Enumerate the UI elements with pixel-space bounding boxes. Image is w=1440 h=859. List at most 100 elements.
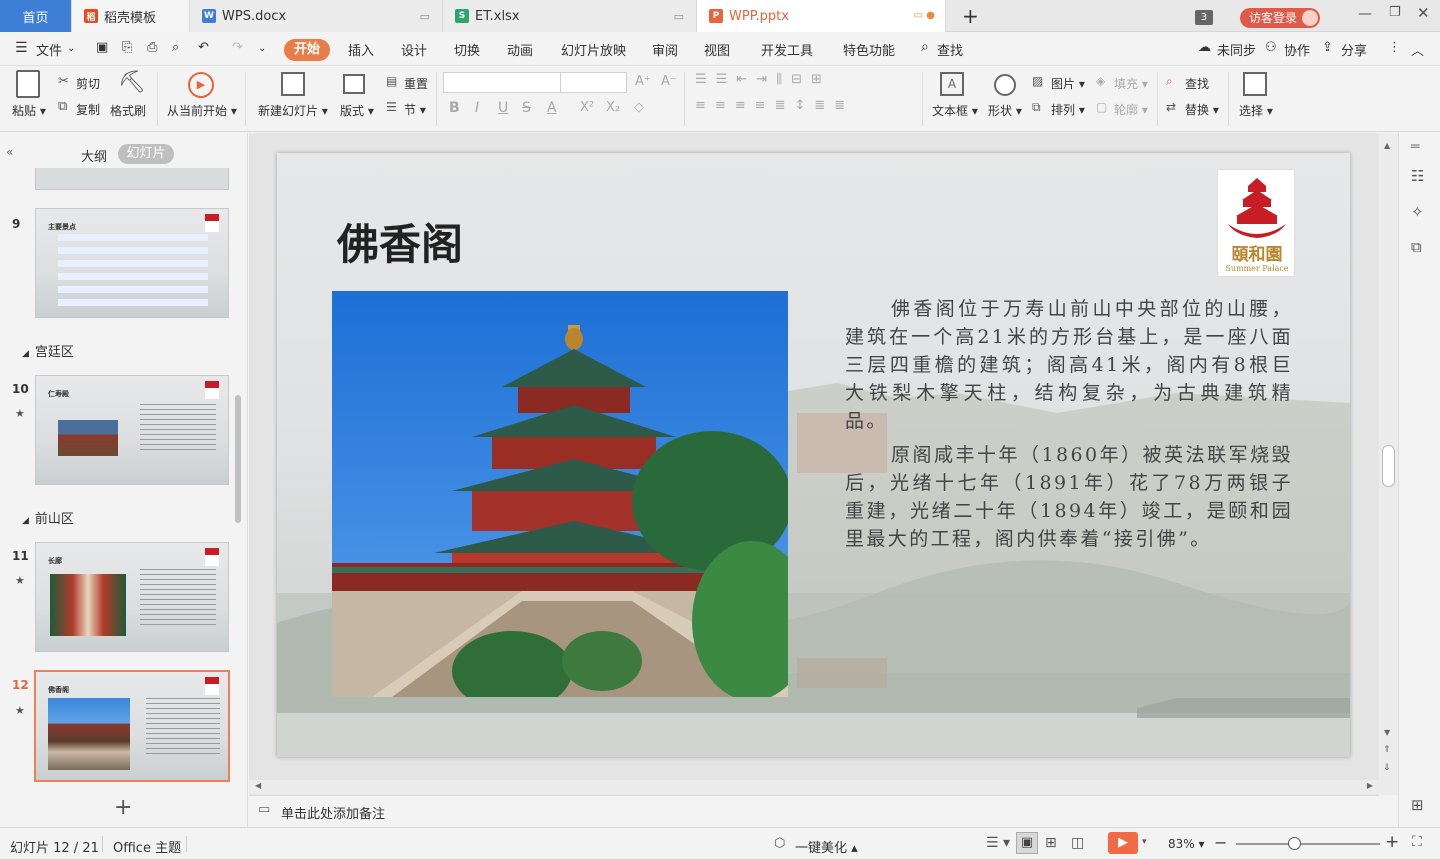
format-painter-button[interactable]: 格式刷 xyxy=(110,102,146,119)
new-slide-button[interactable]: 新建幻灯片 ▾ xyxy=(258,102,328,119)
sidebar-handle-icon[interactable]: ═ xyxy=(1411,139,1419,155)
fit-window-icon[interactable]: ⛶ xyxy=(1412,834,1422,850)
beautify-button[interactable]: 一键美化 ▴ xyxy=(795,837,858,856)
menu-transition[interactable]: 切换 xyxy=(454,40,480,59)
section-button[interactable]: 节 ▾ xyxy=(404,101,426,118)
hamburger-icon[interactable]: ☰ xyxy=(15,40,28,56)
outline-button[interactable]: 轮廓 ▾ xyxy=(1114,101,1148,118)
horizontal-scrollbar[interactable]: ◀ ▶ xyxy=(249,780,1379,794)
subscript-icon[interactable]: X₂ xyxy=(606,100,620,115)
next-page-icon[interactable]: ⇓ xyxy=(1383,763,1391,773)
menu-start[interactable]: 开始 xyxy=(284,39,330,61)
section-front-hill[interactable]: ◢ 前山区 xyxy=(22,508,74,527)
superscript-icon[interactable]: X² xyxy=(580,100,594,115)
notes-placeholder[interactable]: 单击此处添加备注 xyxy=(281,803,385,822)
paragraph-2[interactable]: 原阁咸丰十年（1860年）被英法联军烧毁后，光绪十七年（1891年）花了78万两… xyxy=(845,441,1293,553)
collapse-section-icon[interactable]: ◢ xyxy=(22,349,29,359)
search-icon[interactable]: ⌕ xyxy=(921,39,929,55)
unsync-button[interactable]: 未同步 xyxy=(1217,40,1256,59)
tab-docer[interactable]: 稻稻壳模板 xyxy=(72,0,190,32)
paragraph-tools-icon[interactable]: ☰☰⇤⇥⫼⊟⊞ xyxy=(695,72,831,87)
slide-sorter-icon[interactable]: ⊞ xyxy=(1045,835,1057,851)
normal-view-icon[interactable]: ▣ xyxy=(1016,832,1038,854)
window-count-badge[interactable]: 3 xyxy=(1195,10,1213,25)
preview-icon[interactable]: ⌕ xyxy=(172,40,179,55)
tab-monitor-icon[interactable]: ▭ xyxy=(420,10,430,23)
font-family-select[interactable] xyxy=(443,72,561,93)
underline-icon[interactable]: U xyxy=(498,100,508,116)
paste-button[interactable]: 粘贴 ▾ xyxy=(12,102,46,119)
minimize-icon[interactable]: — xyxy=(1358,6,1372,22)
slide-canvas[interactable]: 佛香阁 頤和園 Summer Palace 佛香阁位于万寿山前山中央部位的山腰，… xyxy=(277,153,1350,757)
visitor-login-button[interactable]: 访客登录 xyxy=(1240,8,1320,28)
copy-button[interactable]: 复制 xyxy=(76,101,100,118)
bold-icon[interactable]: B xyxy=(449,100,460,116)
scroll-down-icon[interactable]: ▼ xyxy=(1384,728,1390,737)
italic-icon[interactable]: I xyxy=(475,100,479,116)
summer-palace-logo[interactable]: 頤和園 Summer Palace xyxy=(1217,169,1295,277)
file-menu[interactable]: 文件 xyxy=(36,40,62,59)
menu-features[interactable]: 特色功能 xyxy=(843,40,895,59)
menu-view[interactable]: 视图 xyxy=(704,40,730,59)
from-current-button[interactable]: 从当前开始 ▾ xyxy=(167,102,237,119)
slide-title[interactable]: 佛香阁 xyxy=(337,211,463,272)
menu-insert[interactable]: 插入 xyxy=(348,40,374,59)
menu-animation[interactable]: 动画 xyxy=(507,40,533,59)
notes-bar[interactable]: ▭ 单击此处添加备注 xyxy=(249,795,1379,825)
add-slide-button[interactable]: + xyxy=(114,795,132,820)
slide-thumbnail-partial[interactable] xyxy=(35,168,229,190)
transition-pane-icon[interactable]: ⧉ xyxy=(1411,238,1422,256)
cut-button[interactable]: 剪切 xyxy=(76,75,100,92)
scroll-right-icon[interactable]: ▶ xyxy=(1367,781,1373,790)
editor-scrollbar[interactable]: ▲ ▼ ⇑ ⇓ xyxy=(1379,133,1398,795)
theme-name[interactable]: Office 主题 xyxy=(113,837,181,856)
scroll-left-icon[interactable]: ◀ xyxy=(255,781,261,790)
slide-thumbnail-9[interactable]: 主要景点 xyxy=(35,208,229,318)
collapse-ribbon-icon[interactable]: ︿ xyxy=(1411,40,1424,59)
collapse-section-icon[interactable]: ◢ xyxy=(22,516,29,526)
prev-page-icon[interactable]: ⇑ xyxy=(1383,745,1391,755)
tab-xlsx[interactable]: S ET.xlsx ▭ xyxy=(443,0,697,32)
print-icon[interactable]: ⎙ xyxy=(147,40,157,55)
clear-format-icon[interactable]: ◇ xyxy=(634,100,644,115)
scroll-thumb[interactable] xyxy=(1382,445,1395,487)
arrange-button[interactable]: 排列 ▾ xyxy=(1051,101,1085,118)
layout-button[interactable]: 版式 ▾ xyxy=(340,102,374,119)
shape-button[interactable]: 形状 ▾ xyxy=(988,102,1022,119)
scroll-up-icon[interactable]: ▲ xyxy=(1384,141,1390,150)
play-slideshow-button[interactable]: ▶ xyxy=(1108,832,1138,854)
slide-thumbnail-10[interactable]: 仁寿殿 xyxy=(35,375,229,485)
paste-icon[interactable] xyxy=(16,70,40,98)
animation-pane-icon[interactable]: ✧ xyxy=(1411,203,1424,221)
zoom-out-icon[interactable]: − xyxy=(1214,833,1227,852)
notes-toggle-icon[interactable]: ☰ ▾ xyxy=(986,835,1010,851)
zoom-slider-thumb[interactable] xyxy=(1288,837,1301,850)
tab-home[interactable]: 首页 xyxy=(0,0,72,32)
search-button[interactable]: 查找 xyxy=(937,40,963,59)
alignment-tools-icon[interactable]: ≡≡≡≡≣↕≣≣ xyxy=(695,98,854,113)
strikethrough-icon[interactable]: S xyxy=(522,100,531,116)
replace-button[interactable]: 替换 ▾ xyxy=(1185,101,1219,118)
slide-thumbnail-11[interactable]: 长廊 xyxy=(35,542,229,652)
font-shrink-icon[interactable]: A⁻ xyxy=(661,74,677,89)
slide-thumbnail-12[interactable]: 佛香阁 xyxy=(34,670,230,782)
tower-photo[interactable] xyxy=(332,291,788,697)
close-icon[interactable]: ✕ xyxy=(1417,4,1430,22)
menu-review[interactable]: 审阅 xyxy=(652,40,678,59)
panel-scrollbar[interactable] xyxy=(235,395,241,523)
undo-icon[interactable]: ↶ xyxy=(198,40,209,55)
font-color-icon[interactable]: A xyxy=(547,100,557,116)
collapse-panel-icon[interactable]: « xyxy=(6,145,13,159)
reading-view-icon[interactable]: ◫ xyxy=(1071,835,1084,851)
outline-tab[interactable]: 大纲 xyxy=(81,146,107,165)
save-icon[interactable]: ▣ xyxy=(96,40,108,55)
tab-docx[interactable]: W WPS.docx ▭ xyxy=(190,0,443,32)
font-size-select[interactable] xyxy=(560,72,627,93)
fill-button[interactable]: 填充 ▾ xyxy=(1114,75,1148,92)
collab-button[interactable]: 协作 xyxy=(1284,40,1310,59)
tab-pptx[interactable]: P WPP.pptx ▭ ● xyxy=(697,0,946,32)
find-button[interactable]: 查找 xyxy=(1185,75,1209,92)
slides-tab[interactable]: 幻灯片 xyxy=(118,144,174,164)
new-tab-button[interactable]: + xyxy=(956,0,984,32)
more-icon[interactable]: ⌄ xyxy=(258,43,266,54)
